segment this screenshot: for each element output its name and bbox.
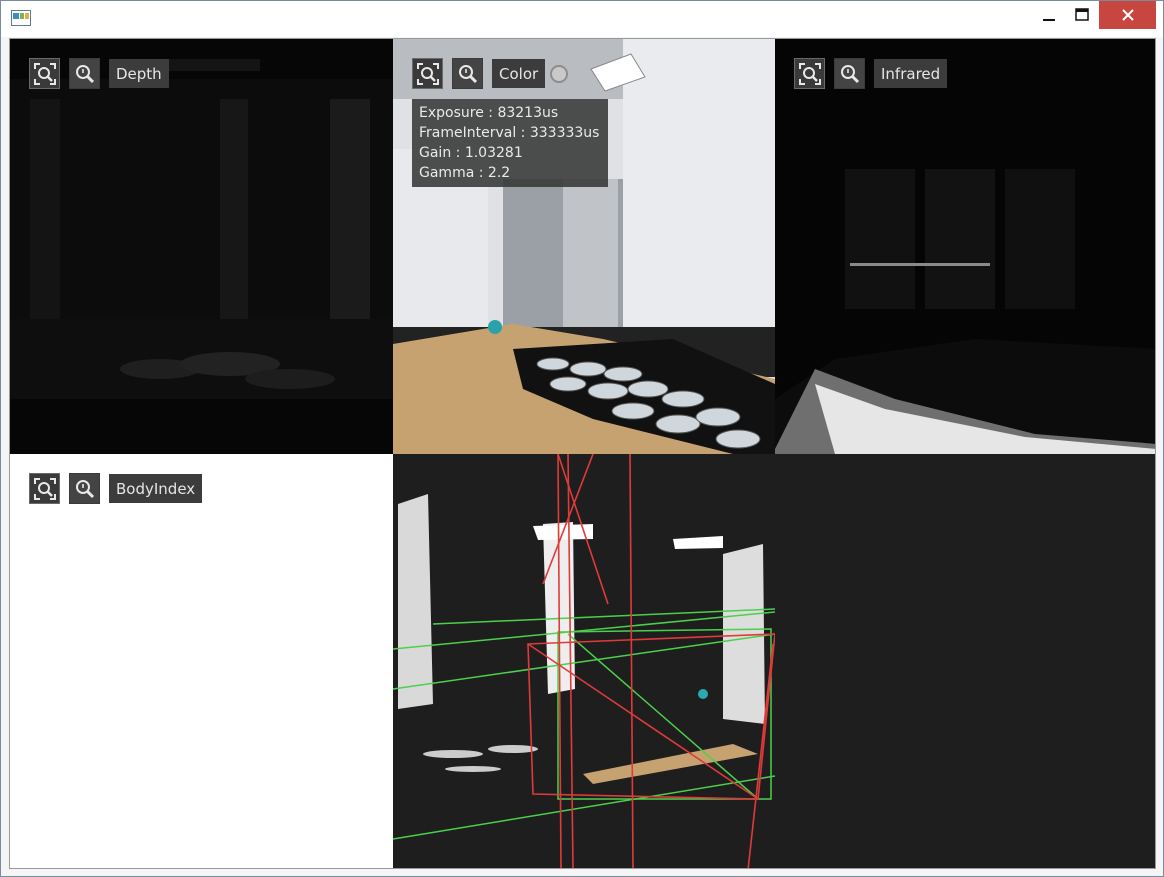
title-bar[interactable] [1, 1, 1163, 37]
infrared-toolbar: Infrared [794, 58, 948, 89]
maximize-button[interactable] [1067, 1, 1097, 29]
infrared-pane[interactable]: Infrared [775, 39, 1155, 454]
fit-view-icon [416, 62, 439, 85]
zoom-icon [840, 64, 859, 83]
fit-view-button[interactable] [794, 58, 825, 89]
gamma-row: Gamma : 2.2 [419, 165, 511, 181]
close-icon [1121, 9, 1134, 21]
exposure-row: Exposure : 83213us [419, 105, 559, 121]
pane-label: Depth [109, 59, 169, 88]
color-toolbar: Color [412, 58, 569, 89]
zoom-button[interactable] [69, 58, 100, 89]
app-window: Depth Color Exposure: 83213us FrameInte… [0, 0, 1164, 877]
fit-view-button[interactable] [29, 473, 60, 504]
gain-row: Gain : 1.03281 [419, 145, 523, 161]
zoom-button[interactable] [834, 58, 865, 89]
zoom-button[interactable] [69, 473, 100, 504]
point-cloud-pane[interactable] [393, 454, 775, 868]
maximize-icon [1075, 8, 1089, 21]
color-pane[interactable]: Color Exposure : 83213us FrameInterval :… [393, 39, 775, 454]
zoom-button[interactable] [452, 58, 483, 89]
minimize-icon [1043, 19, 1055, 21]
fit-view-icon [33, 477, 56, 500]
fit-view-icon [798, 62, 821, 85]
viewer-grid: Depth Color Exposure: 83213us FrameInte… [9, 38, 1156, 869]
status-indicator-icon[interactable] [550, 64, 569, 83]
depth-image [10, 39, 393, 454]
zoom-icon [75, 479, 94, 498]
point-cloud-view [393, 454, 775, 868]
infrared-image [775, 39, 1155, 454]
close-button[interactable] [1099, 1, 1156, 29]
zoom-icon [458, 64, 477, 83]
depth-toolbar: Depth [29, 58, 169, 89]
pane-label: Color [492, 59, 546, 88]
frame-interval-row: FrameInterval : 333333us [419, 125, 600, 141]
fit-view-icon [33, 62, 56, 85]
app-icon [11, 10, 31, 26]
fit-view-button[interactable] [29, 58, 60, 89]
camera-info-panel: Exposure : 83213us FrameInterval : 33333… [412, 99, 608, 187]
bodyindex-toolbar: BodyIndex [29, 473, 203, 504]
pane-label: BodyIndex [109, 474, 203, 503]
empty-pane [775, 454, 1155, 868]
zoom-icon [75, 64, 94, 83]
depth-pane[interactable]: Depth [10, 39, 393, 454]
pane-label: Infrared [874, 59, 948, 88]
fit-view-button[interactable] [412, 58, 443, 89]
bodyindex-pane[interactable]: BodyIndex [10, 454, 393, 868]
minimize-button[interactable] [1033, 1, 1065, 29]
